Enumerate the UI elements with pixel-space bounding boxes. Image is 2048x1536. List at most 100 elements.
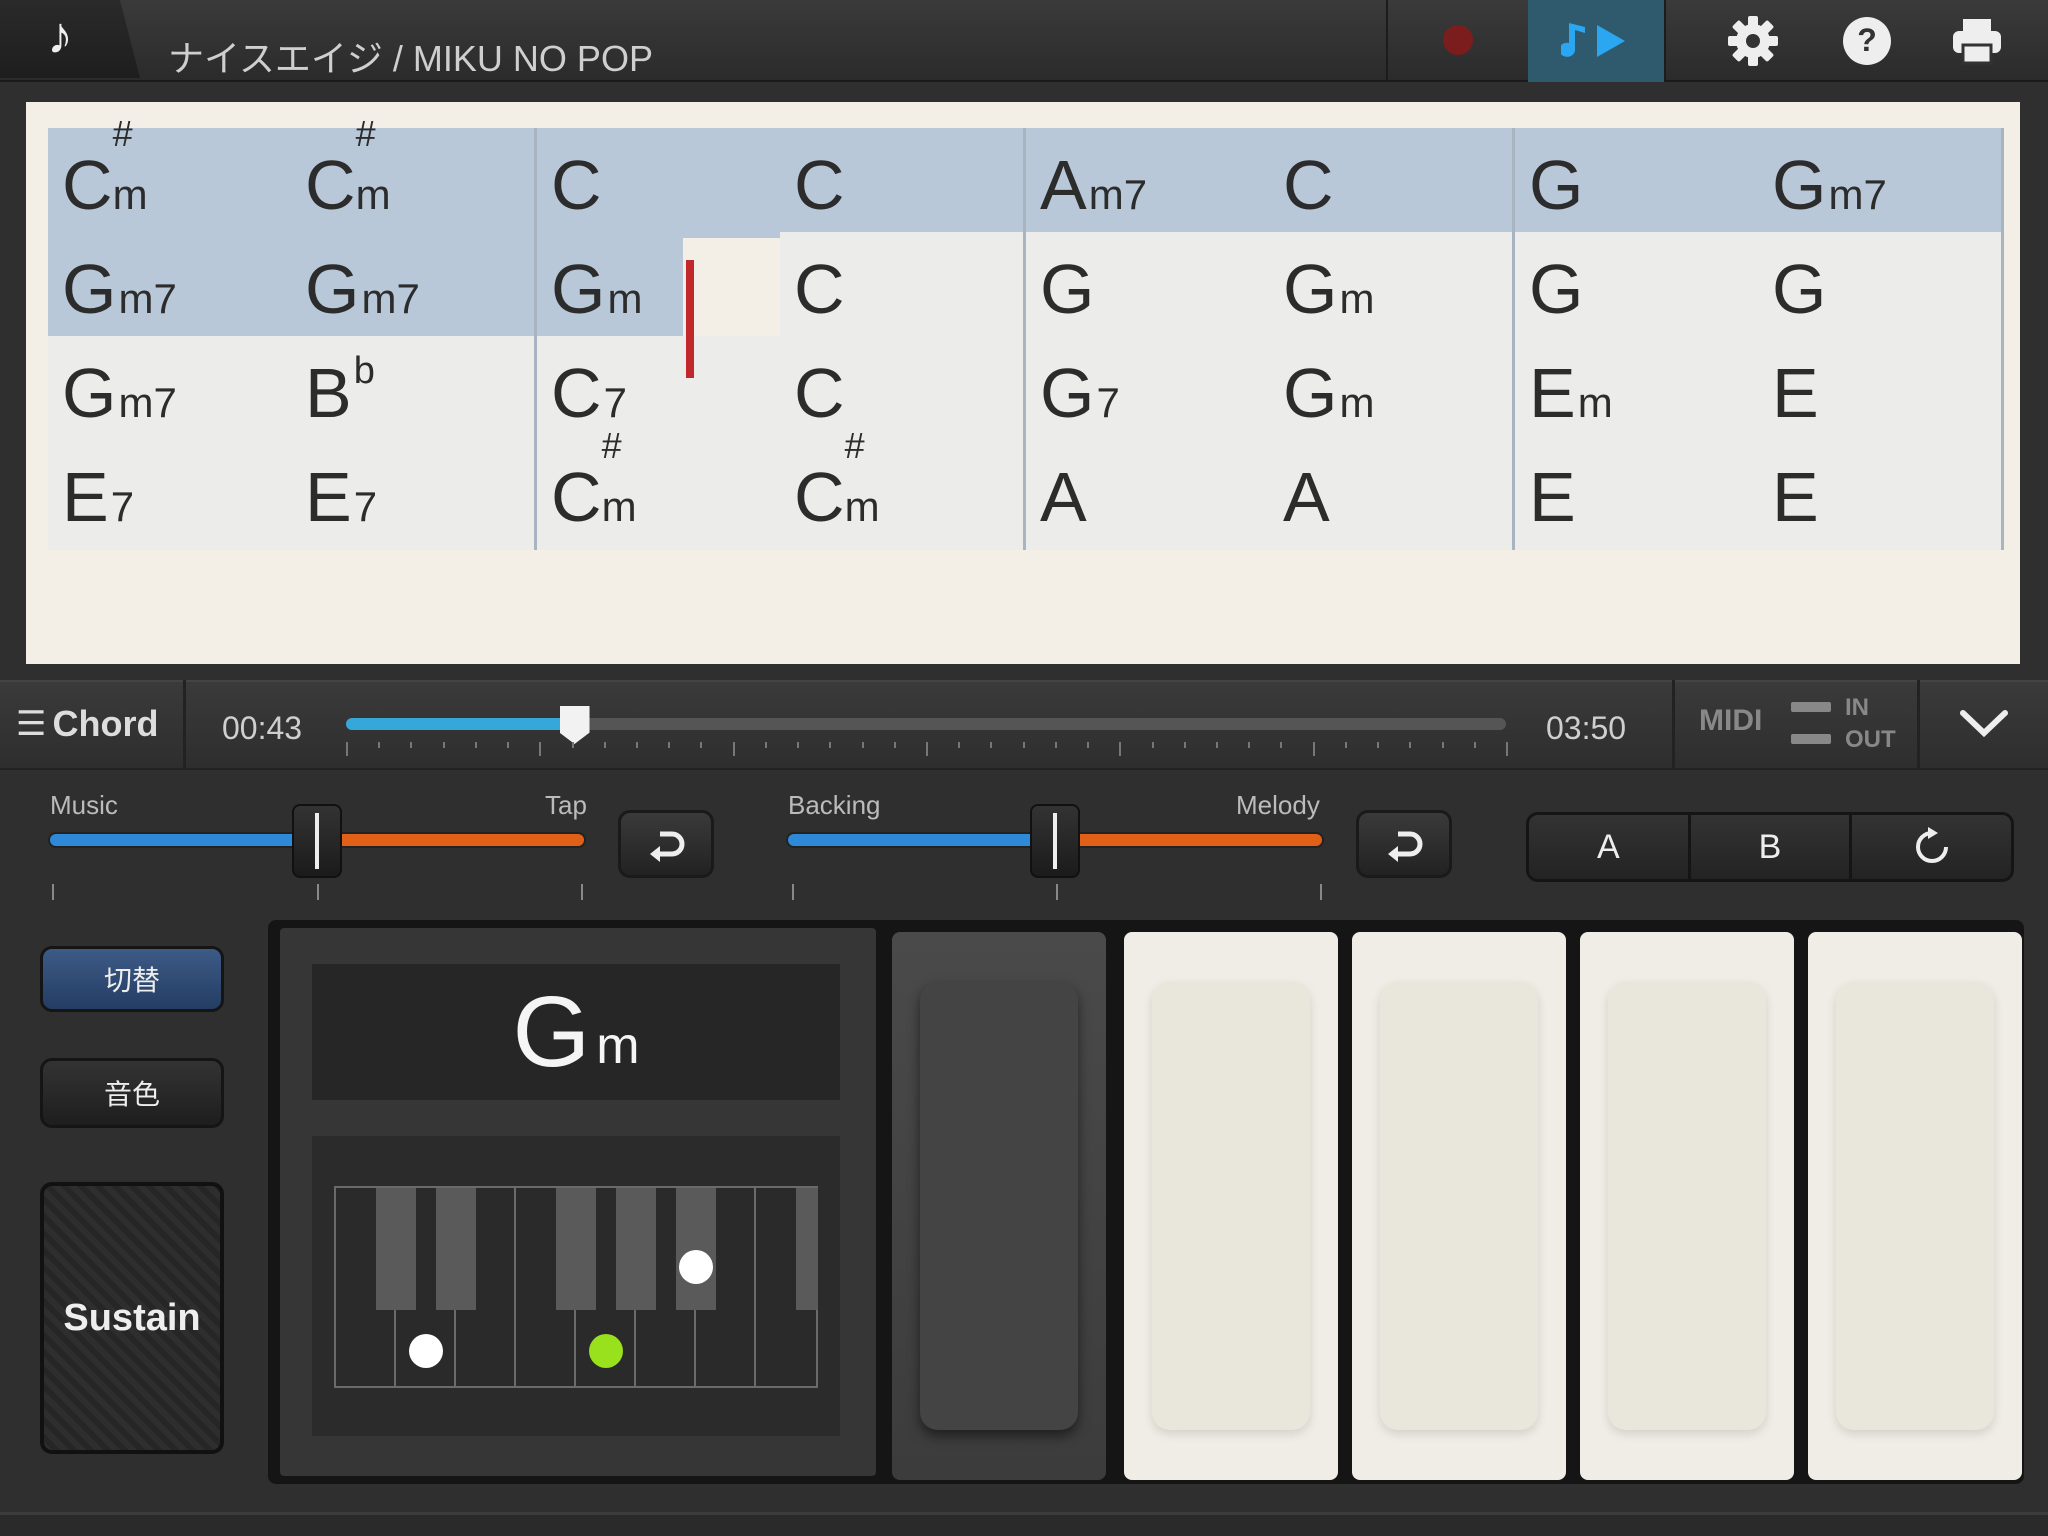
return-arrow-icon xyxy=(1388,831,1423,862)
backing-melody-knob[interactable] xyxy=(1030,804,1080,878)
music-tap-knob[interactable] xyxy=(292,804,342,878)
help-icon: ? xyxy=(1843,17,1891,65)
chord-root: A xyxy=(1040,146,1087,224)
chord-label: Bb xyxy=(305,352,375,428)
chord-root: G xyxy=(1772,250,1827,328)
chord-pad-4[interactable] xyxy=(1580,932,1794,1480)
black-key xyxy=(796,1188,818,1310)
home-button[interactable]: ♪ xyxy=(0,0,140,78)
tick xyxy=(52,884,54,900)
seek-tick xyxy=(636,742,638,748)
seek-tick xyxy=(1344,742,1347,748)
chord-quality: # m xyxy=(845,428,880,528)
tick xyxy=(1056,884,1058,900)
note-marker xyxy=(409,1334,443,1368)
menu-label: Chord xyxy=(52,703,159,744)
midi-status[interactable]: MIDI IN OUT xyxy=(1672,680,1920,768)
chord-cell[interactable]: Gm7 xyxy=(291,232,534,342)
switch-button[interactable]: 切替 xyxy=(40,946,224,1012)
chord-cell[interactable]: Am7 xyxy=(1026,128,1269,238)
chord-cell[interactable]: E xyxy=(1758,440,2001,550)
sustain-pad[interactable]: Sustain xyxy=(40,1182,224,1454)
chord-cell[interactable]: Gm xyxy=(1269,336,1512,446)
seek-tick xyxy=(1409,742,1412,748)
chord-label: Gm7 xyxy=(62,254,177,324)
chord-cell[interactable]: C xyxy=(780,232,1023,342)
chord-cell[interactable]: C xyxy=(780,128,1023,238)
repeat-button[interactable] xyxy=(1852,815,2011,879)
chord-root: E xyxy=(62,458,109,536)
chord-cell[interactable]: E7 xyxy=(291,440,534,550)
section-a-button[interactable]: A xyxy=(1529,815,1691,879)
chord-cell[interactable]: C7 xyxy=(537,336,780,446)
chord-pad-1[interactable] xyxy=(892,932,1106,1480)
bar: AA xyxy=(1026,440,1515,550)
chord-suffix: m7 xyxy=(1828,171,1887,218)
chord-cell[interactable]: E7 xyxy=(48,440,291,550)
chord-cell[interactable]: E xyxy=(1758,336,2001,446)
chord-cell[interactable]: Gm7 xyxy=(48,336,291,446)
midi-in-indicator xyxy=(1791,702,1831,712)
chord-label: Em xyxy=(1529,358,1613,428)
chord-cell[interactable]: C # m xyxy=(780,428,1023,550)
black-key xyxy=(616,1188,656,1310)
chord-cell[interactable]: A xyxy=(1026,440,1269,550)
music-reset-button[interactable] xyxy=(618,810,714,878)
midi-out-label: OUT xyxy=(1845,726,1896,753)
chord-cell[interactable]: G7 xyxy=(1026,336,1269,446)
chord-menu-button[interactable]: ☰ Chord xyxy=(0,680,186,768)
tick xyxy=(317,884,319,900)
chord-cell[interactable]: G xyxy=(1758,232,2001,342)
chord-suffix: m xyxy=(1339,379,1375,426)
chord-cell[interactable]: G xyxy=(1026,232,1269,342)
chord-cell[interactable]: C # m xyxy=(537,428,780,550)
printer-icon xyxy=(1953,19,2001,65)
bar: Gm7 Gm7 xyxy=(48,232,537,342)
chord-pad-3[interactable] xyxy=(1352,932,1566,1480)
chord-label: E7 xyxy=(305,462,377,532)
collapse-button[interactable] xyxy=(1920,680,2048,768)
bar: C # m C # m xyxy=(48,116,537,238)
help-button[interactable]: ? xyxy=(1822,10,1912,72)
chord-root: C xyxy=(551,458,602,536)
chord-label: E xyxy=(1772,358,1819,428)
chord-cell[interactable]: E xyxy=(1515,440,1758,550)
chord-root: G xyxy=(1529,250,1584,328)
chord-cell[interactable]: G xyxy=(1515,128,1758,238)
chord-cell[interactable]: Em xyxy=(1515,336,1758,446)
chord-cell[interactable]: Gm7 xyxy=(1758,128,2001,238)
menu-icon: ☰ xyxy=(16,705,47,743)
chord-suffix: m xyxy=(112,171,148,218)
chord-cell[interactable]: Gm7 xyxy=(48,232,291,342)
backing-reset-button[interactable] xyxy=(1356,810,1452,878)
chord-cell[interactable]: C xyxy=(1269,128,1512,238)
print-button[interactable] xyxy=(1932,10,2022,72)
tone-button[interactable]: 音色 xyxy=(40,1058,224,1128)
chord-root: E xyxy=(305,458,352,536)
record-button[interactable] xyxy=(1388,0,1528,80)
chord-cell[interactable]: G xyxy=(1515,232,1758,342)
settings-button[interactable] xyxy=(1708,10,1798,72)
chord-cell[interactable]: C xyxy=(780,336,1023,446)
chord-cell[interactable]: C xyxy=(537,128,780,238)
play-mode-button[interactable] xyxy=(1528,0,1664,82)
chord-cell[interactable]: Gm xyxy=(1269,232,1512,342)
playback-cursor xyxy=(686,260,694,378)
chord-root: E xyxy=(1529,458,1576,536)
chord-cell[interactable]: C # m xyxy=(48,116,291,238)
seek-tick xyxy=(603,742,606,748)
chord-suffix: 7 xyxy=(1096,379,1120,426)
chord-root: C xyxy=(794,458,845,536)
section-b-button[interactable]: B xyxy=(1690,815,1853,879)
chord-cell[interactable]: Gm xyxy=(537,232,683,342)
chord-cell[interactable]: A xyxy=(1269,440,1512,550)
bar: CC xyxy=(537,128,1026,238)
seek-tick xyxy=(958,742,961,748)
chord-pad-5[interactable] xyxy=(1808,932,2022,1480)
chord-suffix: m xyxy=(601,483,637,530)
chord-root: E xyxy=(1772,458,1819,536)
chord-pad-2[interactable] xyxy=(1124,932,1338,1480)
chord-quality: # m xyxy=(112,116,148,218)
chord-cell[interactable]: Bb xyxy=(291,336,534,446)
chord-cell[interactable]: C # m xyxy=(291,116,534,238)
